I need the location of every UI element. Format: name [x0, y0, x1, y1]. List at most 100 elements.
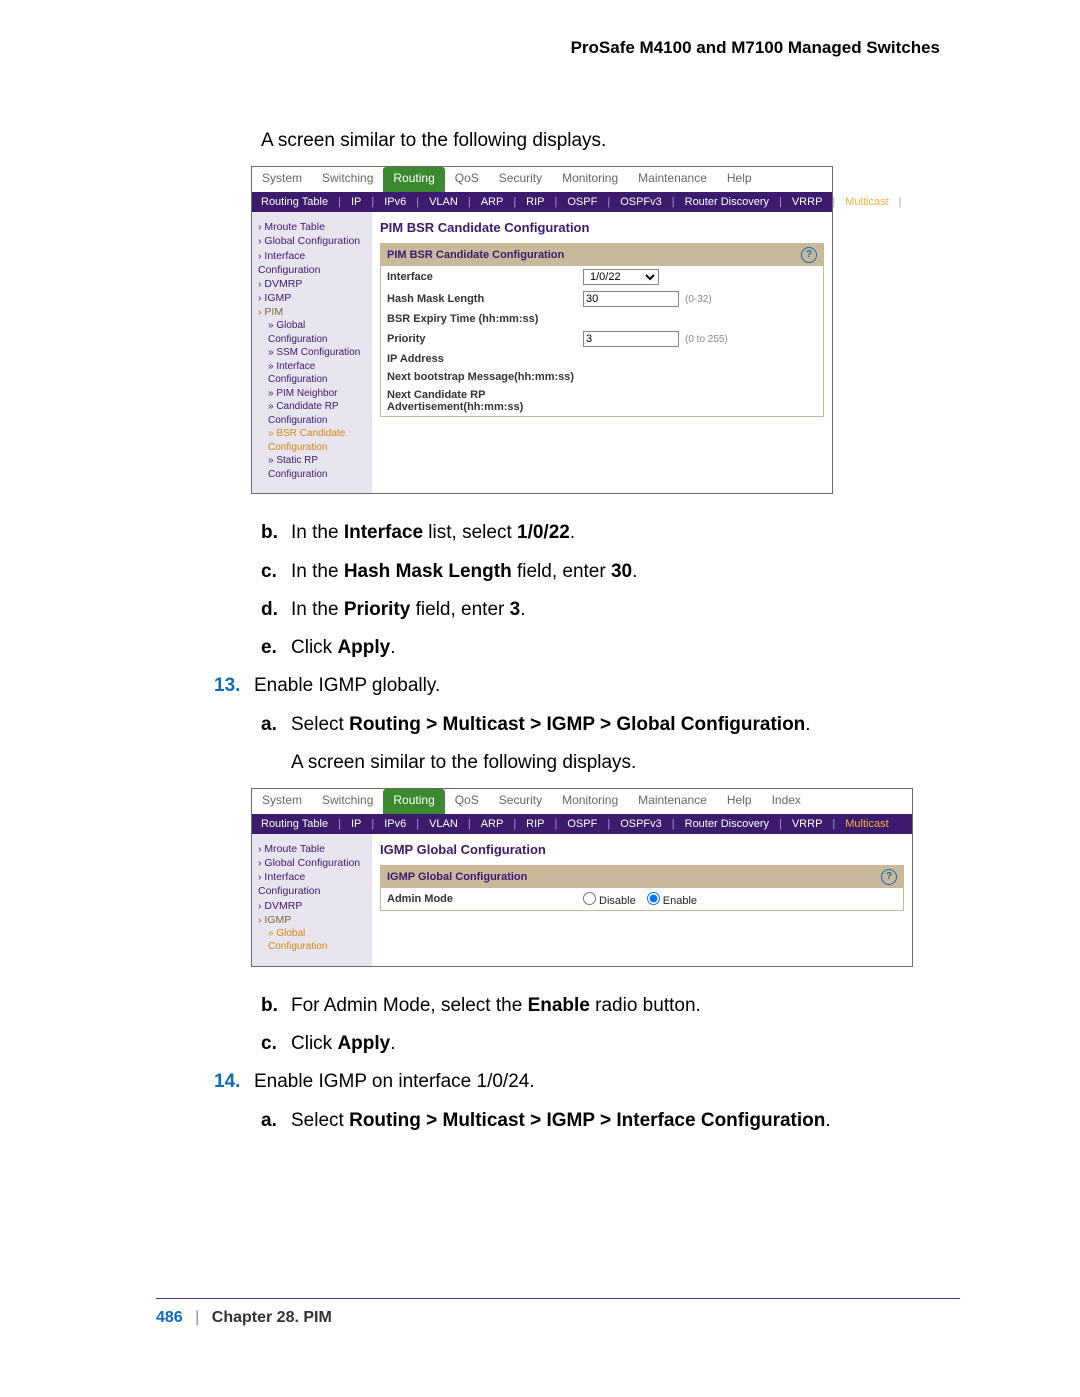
sidebar-item-dvmrp[interactable]: › DVMRP	[258, 277, 366, 291]
sidebar-item-igmp[interactable]: › IGMP	[258, 291, 366, 305]
subtab-rip[interactable]: RIP	[523, 196, 547, 208]
tab-index[interactable]: Index	[762, 789, 811, 814]
hint-text: (0-32)	[685, 294, 712, 305]
subtab-ipv6-multicast[interactable]: IPv6 Multicast	[909, 196, 983, 208]
sidebar-item-candidate-rp-configuration[interactable]: » Candidate RP Configuration	[258, 400, 366, 427]
tab-bar-1: SystemSwitchingRoutingQoSSecurityMonitor…	[252, 167, 832, 192]
subtab-routing-table[interactable]: Routing Table	[258, 196, 331, 208]
tab-security[interactable]: Security	[489, 167, 552, 192]
tab-system[interactable]: System	[252, 167, 312, 192]
form-row: Interface 1/0/22	[381, 266, 823, 288]
form-row: Next bootstrap Message(hh:mm:ss)	[381, 368, 823, 386]
hint-text: (0 to 255)	[685, 334, 728, 345]
subtab-vlan[interactable]: VLAN	[426, 196, 461, 208]
subtab-routing-table[interactable]: Routing Table	[258, 818, 331, 830]
subtab-rip[interactable]: RIP	[523, 818, 547, 830]
sidebar-2: › Mroute Table› Global Configuration› In…	[252, 834, 372, 966]
help-icon[interactable]: ?	[801, 247, 817, 263]
subtab-vrrp[interactable]: VRRP	[789, 196, 826, 208]
field-label: IP Address	[387, 353, 577, 365]
field-label: Interface	[387, 271, 577, 283]
subtab-vlan[interactable]: VLAN	[426, 818, 461, 830]
sidebar-item-mroute-table[interactable]: › Mroute Table	[258, 842, 366, 856]
step-b2: b.For Admin Mode, select the Enable radi…	[261, 993, 960, 1019]
sidebar-item-global-configuration[interactable]: » Global Configuration	[258, 319, 366, 346]
groupbox-igmp: IGMP Global Configuration ? Admin Mode D…	[380, 865, 904, 911]
subtab-ipv6[interactable]: IPv6	[381, 818, 409, 830]
subtab-bar-2: Routing Table|IP|IPv6|VLAN|ARP|RIP|OSPF|…	[252, 814, 912, 834]
form-row: Hash Mask Length (0-32)	[381, 288, 823, 310]
step-c2: c.Click Apply.	[261, 1031, 960, 1057]
field-label: Priority	[387, 333, 577, 345]
sidebar-item-interface-configuration[interactable]: › Interface Configuration	[258, 870, 366, 898]
form-row: IP Address	[381, 350, 823, 368]
tab-qos[interactable]: QoS	[445, 167, 489, 192]
tab-routing[interactable]: Routing	[383, 167, 444, 192]
step-d1: d.In the Priority field, enter 3.	[261, 597, 960, 623]
tab-system[interactable]: System	[252, 789, 312, 814]
subtab-multicast[interactable]: Multicast	[842, 196, 891, 208]
sidebar-item-ssm-configuration[interactable]: » SSM Configuration	[258, 346, 366, 360]
subtab-ospf[interactable]: OSPF	[564, 818, 600, 830]
groupbox-title: PIM BSR Candidate Configuration	[387, 249, 564, 261]
subtab-bar-1: Routing Table|IP|IPv6|VLAN|ARP|RIP|OSPF|…	[252, 192, 832, 212]
sidebar-item-global-configuration[interactable]: › Global Configuration	[258, 234, 366, 248]
tab-help[interactable]: Help	[717, 789, 762, 814]
subtab-router-discovery[interactable]: Router Discovery	[682, 818, 772, 830]
sidebar-item-mroute-table[interactable]: › Mroute Table	[258, 220, 366, 234]
sidebar-item-bsr-candidate-configuration[interactable]: » BSR Candidate Configuration	[258, 427, 366, 454]
tab-switching[interactable]: Switching	[312, 789, 383, 814]
admin-mode-row: Admin Mode Disable Enable	[381, 888, 903, 910]
field-label: Next bootstrap Message(hh:mm:ss)	[387, 371, 577, 383]
sidebar-item-interface-configuration[interactable]: » Interface Configuration	[258, 360, 366, 387]
tab-maintenance[interactable]: Maintenance	[628, 167, 717, 192]
subtab-vrrp[interactable]: VRRP	[789, 818, 826, 830]
subtab-ip[interactable]: IP	[348, 196, 364, 208]
step-b1: b.In the Interface list, select 1/0/22.	[261, 520, 960, 546]
sidebar-item-pim-neighbor[interactable]: » PIM Neighbor	[258, 387, 366, 401]
interface-select[interactable]: 1/0/22	[583, 269, 659, 285]
groupbox-title: IGMP Global Configuration	[387, 871, 527, 883]
tab-maintenance[interactable]: Maintenance	[628, 789, 717, 814]
tab-routing[interactable]: Routing	[383, 789, 444, 814]
enable-radio[interactable]	[647, 892, 660, 905]
form-row: Next Candidate RP Advertisement(hh:mm:ss…	[381, 386, 823, 416]
subtab-multicast[interactable]: Multicast	[842, 818, 891, 830]
page-number: 486	[156, 1309, 183, 1326]
tab-qos[interactable]: QoS	[445, 789, 489, 814]
subtab-ospfv3[interactable]: OSPFv3	[617, 818, 665, 830]
sidebar-item-igmp[interactable]: › IGMP	[258, 913, 366, 927]
tab-monitoring[interactable]: Monitoring	[552, 789, 628, 814]
admin-mode-radios[interactable]: Disable Enable	[583, 891, 705, 907]
field-label: Next Candidate RP Advertisement(hh:mm:ss…	[387, 389, 577, 413]
tab-monitoring[interactable]: Monitoring	[552, 167, 628, 192]
screenshot-pim-bsr: SystemSwitchingRoutingQoSSecurityMonitor…	[251, 166, 833, 494]
sidebar-item-global-configuration[interactable]: › Global Configuration	[258, 856, 366, 870]
subtab-arp[interactable]: ARP	[478, 196, 507, 208]
subtab-ipv6[interactable]: IPv6	[381, 196, 409, 208]
tab-switching[interactable]: Switching	[312, 167, 383, 192]
sidebar-item-interface-configuration[interactable]: › Interface Configuration	[258, 249, 366, 277]
subtab-ospf[interactable]: OSPF	[564, 196, 600, 208]
tab-help[interactable]: Help	[717, 167, 762, 192]
field-label: Hash Mask Length	[387, 293, 577, 305]
groupbox-bsr: PIM BSR Candidate Configuration ? Interf…	[380, 243, 824, 417]
form-row: Priority (0 to 255)	[381, 328, 823, 350]
subtab-ospfv3[interactable]: OSPFv3	[617, 196, 665, 208]
disable-radio[interactable]	[583, 892, 596, 905]
tab-security[interactable]: Security	[489, 789, 552, 814]
text-input[interactable]	[583, 331, 679, 347]
subtab-arp[interactable]: ARP	[478, 818, 507, 830]
step-a2: a.Select Routing > Multicast > IGMP > Gl…	[261, 712, 960, 738]
help-icon[interactable]: ?	[881, 869, 897, 885]
text-input[interactable]	[583, 291, 679, 307]
page-footer: 486 | Chapter 28. PIM	[156, 1298, 960, 1327]
screenshot-igmp-global: SystemSwitchingRoutingQoSSecurityMonitor…	[251, 788, 913, 967]
sidebar-item-static-rp-configuration[interactable]: » Static RP Configuration	[258, 454, 366, 481]
subtab-router-discovery[interactable]: Router Discovery	[682, 196, 772, 208]
sidebar-item-global-configuration[interactable]: » Global Configuration	[258, 927, 366, 954]
panel-title: PIM BSR Candidate Configuration	[380, 220, 824, 235]
sidebar-item-pim[interactable]: › PIM	[258, 305, 366, 319]
subtab-ip[interactable]: IP	[348, 818, 364, 830]
sidebar-item-dvmrp[interactable]: › DVMRP	[258, 899, 366, 913]
